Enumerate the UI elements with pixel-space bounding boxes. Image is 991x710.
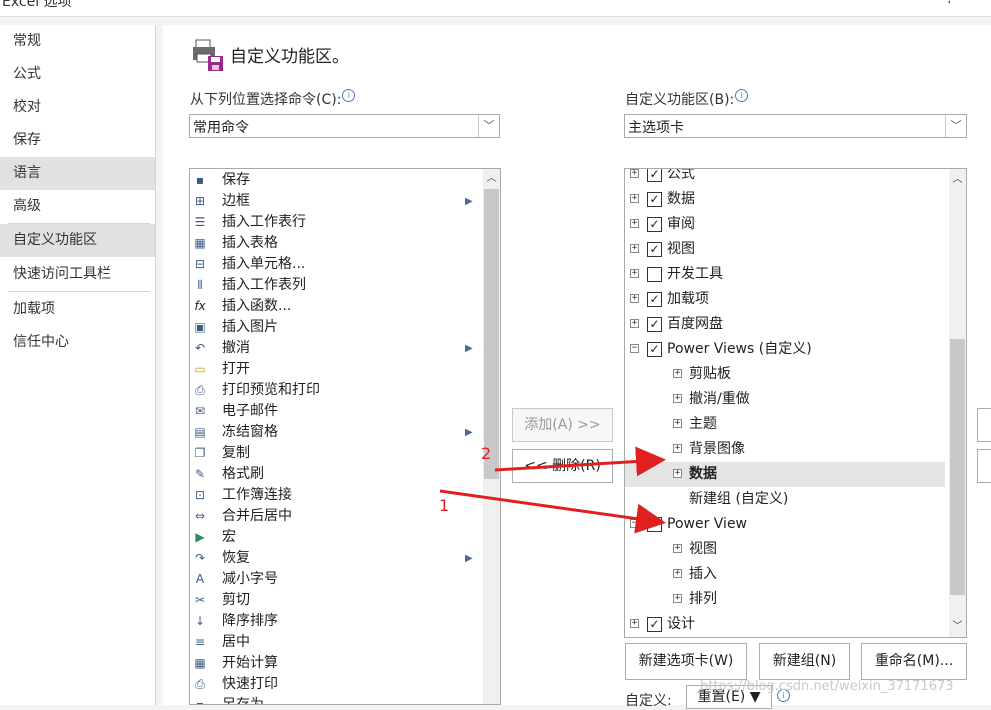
annotation-label-2: 2: [481, 444, 492, 463]
annotation-arrow-2: [494, 446, 666, 477]
annotation-arrow-1: [439, 489, 666, 534]
annotation-arrows: [439, 446, 666, 534]
annotation-label-1: 1: [439, 496, 450, 515]
